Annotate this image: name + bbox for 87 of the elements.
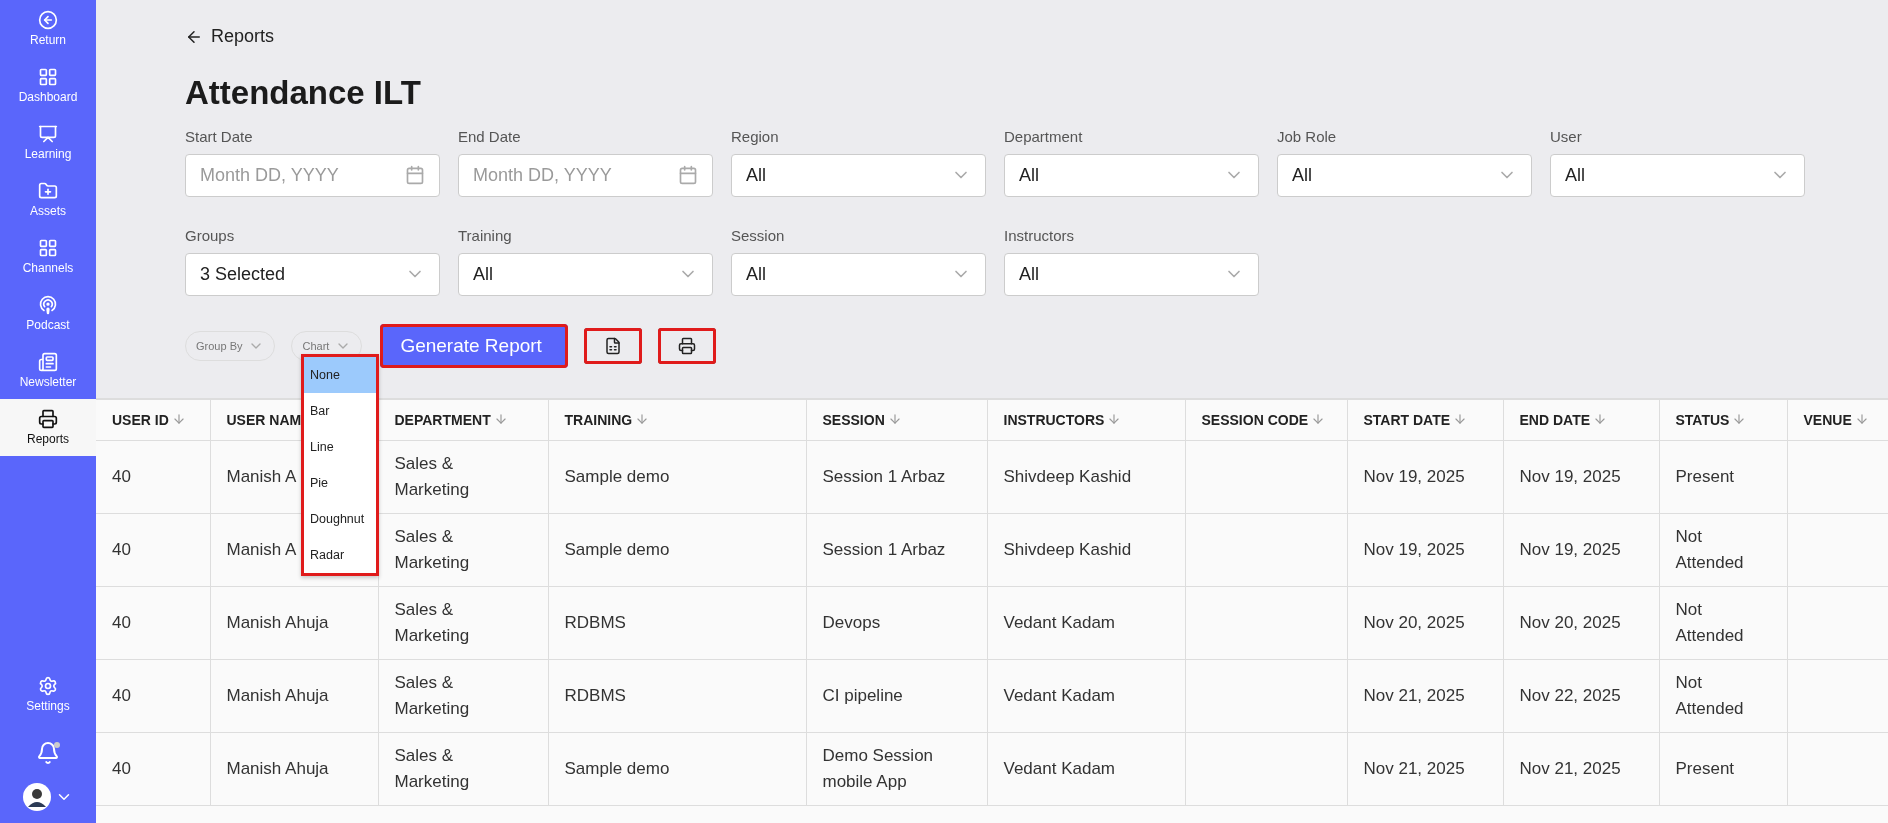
table-cell: Nov 21, 2025 [1519,758,1621,778]
select-field[interactable]: All [1277,153,1532,197]
table-cell: Nov 19, 2025 [1519,466,1621,486]
table-cell: Nov 20, 2025 [1363,612,1465,632]
table-cell: Session 1 Arbaz [822,539,946,559]
sidebar-item[interactable]: Podcast [0,285,96,342]
table-cell: Vedant Kadam [1003,685,1116,705]
table-cell: Session 1 Arbaz [822,466,946,486]
table-cell: 40 [112,539,131,559]
table-cell: 40 [112,466,131,486]
table-cell: Manish Ahuja [226,758,329,778]
filter-label: Start Date [185,127,254,146]
sidebar-item[interactable]: Return [0,0,96,57]
select-field[interactable]: All [458,252,713,296]
table-cell: Manish Ahuja [226,685,329,705]
select-field[interactable]: All [1550,153,1805,197]
select-field[interactable]: All [1004,252,1259,296]
table-cell: 40 [112,758,131,778]
filter-label: Job Role [1277,127,1338,146]
table-cell: RDBMS [564,612,626,632]
table-cell: Sales & Marketing [394,746,470,791]
filter-label: End Date [458,127,522,146]
menu-option[interactable]: Radar [304,536,376,573]
table-cell: Demo Session mobile App [822,746,934,791]
menu-option[interactable]: Doughnut [304,500,376,537]
table-cell: 40 [112,612,131,632]
select-field[interactable]: All [731,252,986,296]
select-field[interactable]: All [731,153,986,197]
table-cell: Sales & Marketing [394,454,470,499]
column-header[interactable]: STATUS [1675,411,1730,428]
back-link[interactable]: Reports [185,26,275,47]
select-field[interactable]: All [1004,153,1259,197]
table-cell: Sample demo [564,539,670,559]
table-cell: Nov 19, 2025 [1363,466,1465,486]
sidebar-item[interactable]: Reports [0,399,96,456]
table-cell: Vedant Kadam [1003,758,1116,778]
table-cell: Vedant Kadam [1003,612,1116,632]
sidebar-item[interactable]: Channels [0,228,96,285]
table-cell: Not Attended [1675,600,1744,645]
sidebar-item[interactable]: Newsletter [0,342,96,399]
menu-option[interactable]: Line [304,428,376,465]
table-cell: Nov 19, 2025 [1519,539,1621,559]
table-cell: Present [1675,758,1735,778]
column-header[interactable]: USER ID [112,411,169,428]
filter-label: Training [458,226,513,245]
table-cell: RDBMS [564,685,626,705]
table-cell: Sample demo [564,758,670,778]
table-cell: Present [1675,466,1735,486]
table-cell: Shivdeep Kashid [1003,466,1132,486]
table-cell: Manish Ahuja [226,612,329,632]
filter-label: User [1550,127,1583,146]
table-cell: CI pipeline [822,685,903,705]
table-cell: Not Attended [1675,673,1744,718]
column-header[interactable]: END DATE [1519,411,1591,428]
table-cell: Manish A [226,466,297,486]
table-cell: Sales & Marketing [394,527,470,572]
table-cell: Sales & Marketing [394,600,470,645]
column-header[interactable]: USER NAM [226,411,302,428]
menu-option[interactable]: None [304,356,376,393]
table-cell: Sample demo [564,466,670,486]
table-cell: Manish A [226,539,297,559]
sidebar-item[interactable]: Dashboard [0,57,96,114]
sidebar-item[interactable]: Assets [0,171,96,228]
column-header[interactable]: SESSION [822,411,885,428]
table-cell: Nov 21, 2025 [1363,758,1465,778]
filter-label: Groups [185,226,236,245]
table-cell: Devops [822,612,881,632]
filter-label: Session [731,226,786,245]
generate-report-button[interactable]: Generate Report [380,323,568,368]
menu-option[interactable]: Bar [304,392,376,429]
table-cell: Nov 21, 2025 [1363,685,1465,705]
table-cell: Not Attended [1675,527,1744,572]
page-title: Attendance ILT [185,73,422,112]
table-cell: Sales & Marketing [394,673,470,718]
sidebar-item[interactable]: Learning [0,114,96,171]
sidebar-item[interactable]: Settings [26,666,70,723]
table-cell: Nov 20, 2025 [1519,612,1621,632]
filter-label: Instructors [1004,226,1076,245]
filter-label: Department [1004,127,1084,146]
table-cell: Nov 22, 2025 [1519,685,1621,705]
menu-option[interactable]: Pie [304,464,376,501]
table-cell: Nov 19, 2025 [1363,539,1465,559]
column-header[interactable]: TRAINING [564,411,633,428]
table-cell: 40 [112,685,131,705]
select-field[interactable]: 3 Selected [185,252,440,296]
table-cell: Shivdeep Kashid [1003,539,1132,559]
filter-label: Region [731,127,780,146]
